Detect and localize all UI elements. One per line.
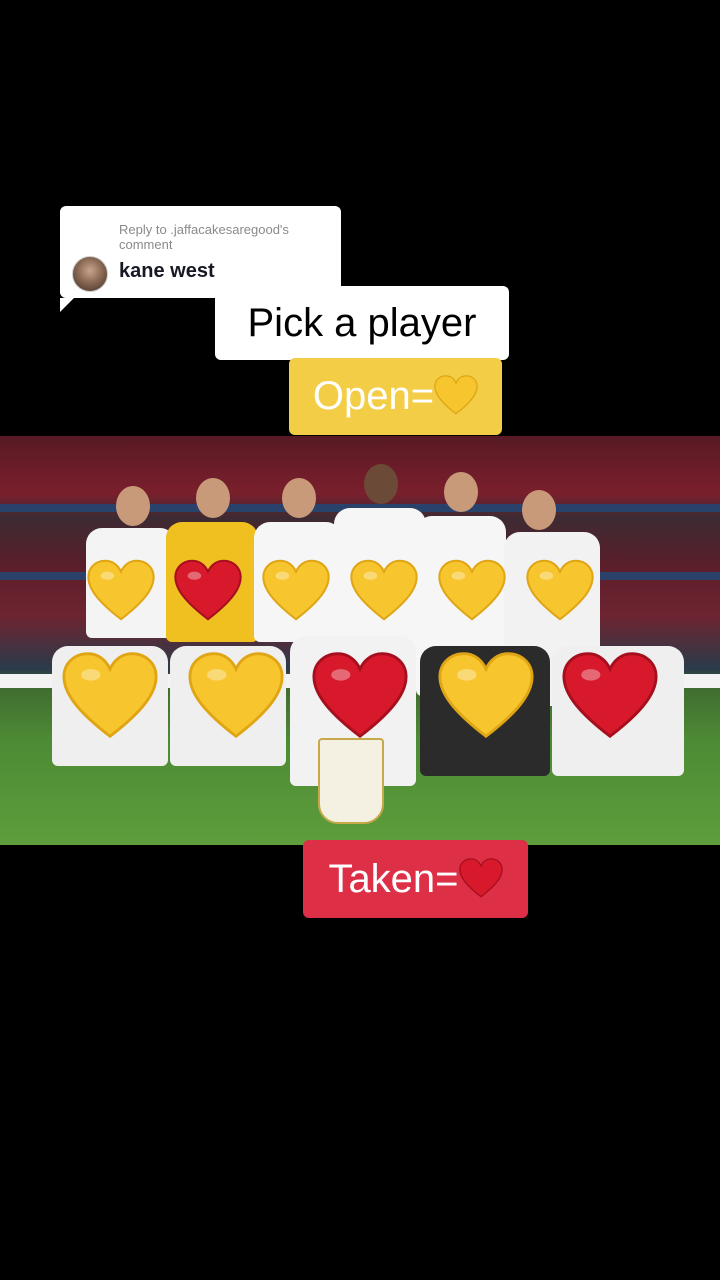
team-photo xyxy=(0,436,720,845)
yellow-heart-icon xyxy=(188,650,284,740)
red-heart-icon xyxy=(458,846,503,898)
taken-legend-caption: Taken= xyxy=(303,840,528,918)
yellow-heart-icon xyxy=(438,650,534,740)
title-caption: Pick a player xyxy=(215,286,509,360)
title-text: Pick a player xyxy=(247,301,477,345)
team-pennant xyxy=(318,738,384,824)
open-legend-text: Open= xyxy=(312,374,435,418)
red-heart-icon xyxy=(174,558,242,622)
red-heart-icon xyxy=(312,650,408,740)
yellow-heart-icon xyxy=(526,558,594,622)
yellow-heart-icon xyxy=(350,558,418,622)
avatar xyxy=(72,256,108,292)
open-legend-caption: Open= xyxy=(289,358,502,435)
reply-comment-text: kane west xyxy=(119,260,215,282)
yellow-heart-icon xyxy=(262,558,330,622)
taken-legend-text: Taken= xyxy=(328,857,459,901)
reply-meta: Reply to .jaffacakesaregood's comment xyxy=(119,222,289,252)
red-heart-icon xyxy=(562,650,658,740)
yellow-heart-icon xyxy=(434,364,478,415)
yellow-heart-icon xyxy=(438,558,506,622)
yellow-heart-icon xyxy=(87,558,155,622)
yellow-heart-icon xyxy=(62,650,158,740)
reply-comment-bubble[interactable]: Reply to .jaffacakesaregood's comment ka… xyxy=(60,206,341,312)
